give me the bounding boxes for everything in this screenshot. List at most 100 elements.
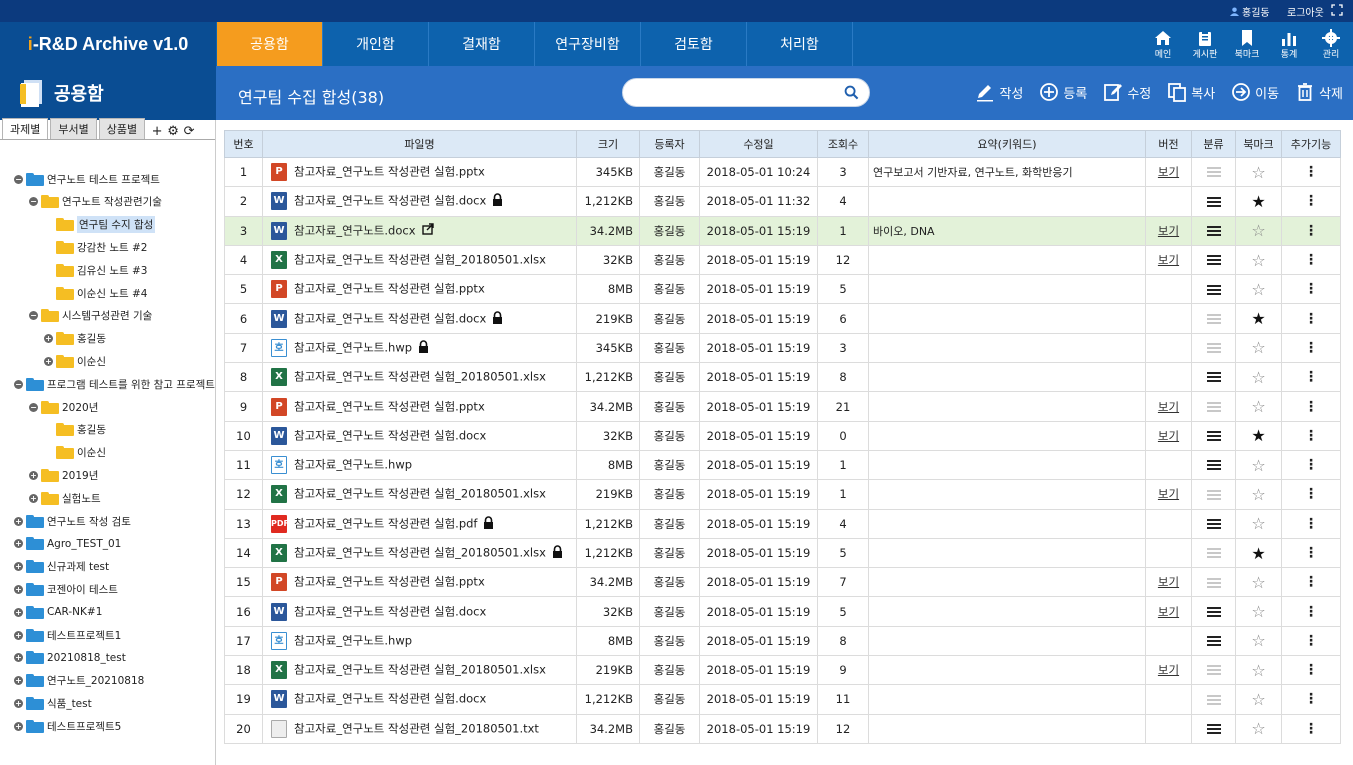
star-outline-icon[interactable]: ☆ [1251,690,1265,709]
more-vertical-icon[interactable]: ⋮ [1304,399,1318,415]
quick-gear[interactable]: 관리 [1317,22,1345,66]
add-icon[interactable]: + [151,124,163,139]
more-vertical-icon[interactable]: ⋮ [1304,223,1318,239]
table-row[interactable]: 4 X 참고자료_연구노트 작성관련 실험_20180501.xlsx 32KB 홍길동… [224,244,1341,276]
tab-5[interactable]: 처리함 [747,22,853,66]
subtab-by-product[interactable]: 상품별 [98,118,146,139]
table-row[interactable]: 16 W 참고자료_연구노트 작성관련 실험.docx 32KB 홍길동 2018-05-… [224,596,1341,627]
list-icon[interactable] [1206,195,1221,209]
tree-node[interactable]: + 연구노트_20210818 [14,672,144,690]
file-name[interactable]: 참고자료_연구노트 작성관련 실험.pptx [294,165,485,179]
version-view-link[interactable]: 보기 [1158,429,1179,443]
filename-cell[interactable]: W 참고자료_연구노트 작성관련 실험.docx [262,186,577,217]
filename-cell[interactable]: W 참고자료_연구노트 작성관련 실험.docx [262,303,577,334]
list-icon[interactable] [1206,693,1221,707]
tree-toggle-icon[interactable]: + [14,584,23,594]
file-name[interactable]: 참고자료_연구노트 작성관련 실험_20180501.xlsx [294,253,546,267]
tree-node[interactable]: +2019년 [29,466,98,484]
tree-toggle-icon[interactable]: + [29,470,38,480]
file-name[interactable]: 참고자료_연구노트 작성관련 실험.pptx [294,399,485,413]
tree-node[interactable]: − 연구노트 작성관련기술 [29,193,162,211]
list-icon[interactable] [1206,341,1221,355]
star-outline-icon[interactable]: ☆ [1251,485,1265,504]
more-vertical-icon[interactable]: ⋮ [1304,164,1318,180]
tab-2[interactable]: 결재함 [429,22,535,66]
list-icon[interactable] [1206,576,1221,590]
table-row[interactable]: 11 호 참고자료_연구노트.hwp 8MB 홍길동 2018-05-01 15:19 1 ☆… [224,449,1341,481]
list-icon[interactable] [1206,517,1221,531]
tab-0[interactable]: 공용함 [217,22,323,66]
tree-node[interactable]: + 테스트프로젝트5 [14,717,121,735]
more-vertical-icon[interactable]: ⋮ [1304,516,1318,532]
star-outline-icon[interactable]: ☆ [1251,719,1265,738]
file-name[interactable]: 참고자료_연구노트.docx [294,223,416,237]
tree-toggle-icon[interactable]: + [14,607,23,617]
action-edit[interactable]: 수정 [1103,82,1151,102]
list-icon[interactable] [1206,224,1221,238]
list-icon[interactable] [1206,165,1221,179]
file-name[interactable]: 참고자료_연구노트 작성관련 실험.docx [294,428,486,442]
more-vertical-icon[interactable]: ⋮ [1304,457,1318,473]
list-icon[interactable] [1206,283,1221,297]
tree-node[interactable]: + 코젠아이 테스트 [14,580,118,598]
tree-node[interactable]: + 식품_test [14,694,92,712]
tree-node[interactable]: +20210818_test [14,649,126,667]
list-icon[interactable] [1206,312,1221,326]
action-copy[interactable]: 복사 [1167,82,1215,102]
list-icon[interactable] [1206,488,1221,502]
star-outline-icon[interactable]: ☆ [1251,573,1265,592]
tree-toggle-icon[interactable]: + [14,676,23,686]
version-view-link[interactable]: 보기 [1158,165,1179,179]
star-outline-icon[interactable]: ☆ [1251,631,1265,650]
tree-node[interactable]: 김유신 노트 #3 [44,261,147,279]
list-icon[interactable] [1206,253,1221,267]
table-row[interactable]: 13 PDF 참고자료_연구노트 작성관련 실험.pdf 1,212KB 홍길동 2018… [224,508,1341,539]
file-name[interactable]: 참고자료_연구노트 작성관련 실험.docx [294,311,486,325]
tab-3[interactable]: 연구장비함 [535,22,641,66]
search-input[interactable] [637,85,837,99]
tree-toggle-icon[interactable]: − [14,174,23,184]
filename-cell[interactable]: 호 참고자료_연구노트.hwp [262,449,577,481]
table-row[interactable]: 3 W 참고자료_연구노트.docx 34.2MB 홍길동 2018-05-01 15:1… [224,215,1341,246]
more-vertical-icon[interactable]: ⋮ [1304,252,1318,268]
version-view-link[interactable]: 보기 [1158,487,1179,501]
filename-cell[interactable]: PDF 참고자료_연구노트 작성관련 실험.pdf [262,508,577,539]
star-filled-icon[interactable]: ★ [1251,544,1265,563]
star-filled-icon[interactable]: ★ [1251,426,1265,445]
list-icon[interactable] [1206,722,1221,736]
version-view-link[interactable]: 보기 [1158,224,1179,238]
fullscreen-icon[interactable] [1331,4,1343,16]
tree-node[interactable]: + 이순신 [44,352,106,370]
tree-node[interactable]: 연구팀 수지 합성 [44,216,156,234]
tree-toggle-icon[interactable]: − [29,311,38,321]
star-outline-icon[interactable]: ☆ [1251,368,1265,387]
file-name[interactable]: 참고자료_연구노트 작성관련 실험.docx [294,194,486,208]
version-view-link[interactable]: 보기 [1158,605,1179,619]
version-view-link[interactable]: 보기 [1158,253,1179,267]
more-vertical-icon[interactable]: ⋮ [1304,311,1318,327]
star-outline-icon[interactable]: ☆ [1251,251,1265,270]
tree-node[interactable]: − 2020년 [29,398,98,416]
table-row[interactable]: 17 호 참고자료_연구노트.hwp 8MB 홍길동 2018-05-01 15:19 8 ☆… [224,625,1341,657]
filename-cell[interactable]: X 참고자료_연구노트 작성관련 실험_20180501.xlsx [262,244,577,276]
tree-toggle-icon[interactable]: + [14,562,23,572]
table-row[interactable]: 19 W 참고자료_연구노트 작성관련 실험.docx 1,212KB 홍길동 2018-… [224,684,1341,715]
file-name[interactable]: 참고자료_연구노트 작성관련 실험_20180501.xlsx [294,546,546,560]
tree-node[interactable]: + 테스트프로젝트1 [14,626,121,644]
tree-toggle-icon[interactable]: + [14,653,23,663]
star-outline-icon[interactable]: ☆ [1251,456,1265,475]
more-vertical-icon[interactable]: ⋮ [1304,574,1318,590]
tree-toggle-icon[interactable]: + [14,630,23,640]
table-row[interactable]: 15 P 참고자료_연구노트 작성관련 실험.pptx 34.2MB 홍길동 2018-0… [224,567,1341,598]
file-name[interactable]: 참고자료_연구노트 작성관련 실험_20180501.xlsx [294,663,546,677]
version-view-link[interactable]: 보기 [1158,400,1179,414]
version-view-link[interactable]: 보기 [1158,663,1179,677]
more-vertical-icon[interactable]: ⋮ [1304,662,1318,678]
file-name[interactable]: 참고자료_연구노트 작성관련 실험.pdf [294,516,477,530]
version-view-link[interactable]: 보기 [1158,575,1179,589]
tree-toggle-icon[interactable]: + [29,493,38,503]
app-logo[interactable]: i -R&D Archive v1.0 [0,22,216,66]
list-icon[interactable] [1206,634,1221,648]
quick-home[interactable]: 메인 [1149,22,1177,66]
more-vertical-icon[interactable]: ⋮ [1304,691,1318,707]
